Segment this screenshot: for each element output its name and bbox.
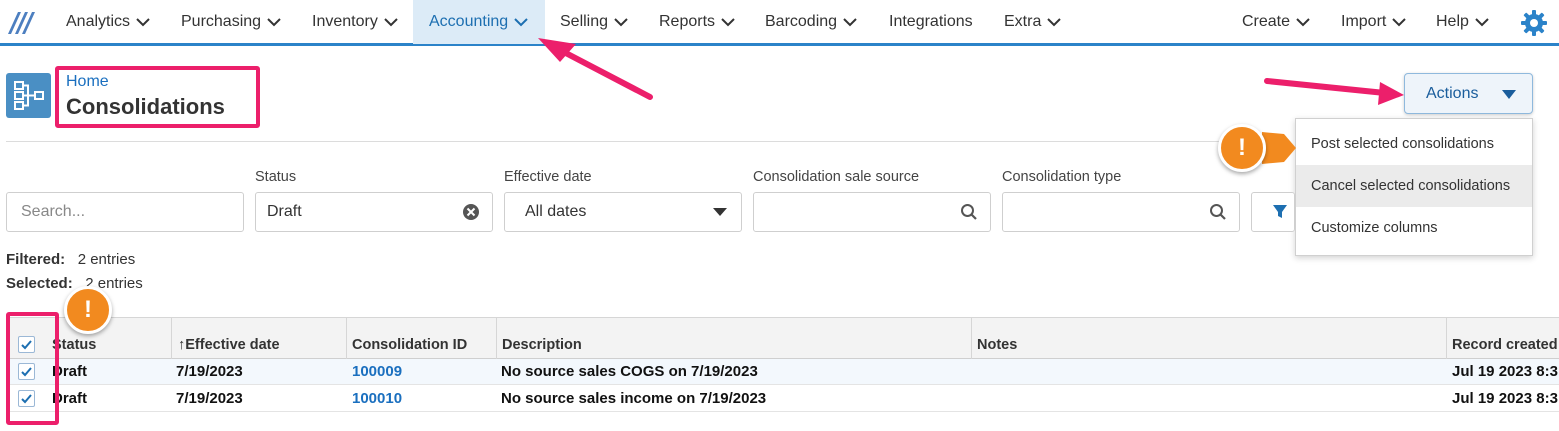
filtered-summary: Filtered: 2 entries	[6, 251, 135, 268]
top-navigation: Analytics Purchasing Inventory Accountin…	[0, 0, 1559, 46]
search-icon	[1210, 204, 1226, 220]
column-header-effective-date[interactable]: ↑Effective date	[178, 337, 280, 353]
chevron-down-icon	[843, 18, 857, 27]
row-description: No source sales income on 7/19/2023	[501, 390, 767, 407]
nav-integrations-label: Integrations	[889, 13, 973, 30]
row-description: No source sales COGS on 7/19/2023	[501, 363, 758, 380]
caret-down-icon	[1502, 90, 1516, 99]
actions-button[interactable]: Actions	[1404, 73, 1533, 114]
effective-date-value: All dates	[525, 203, 587, 220]
caret-down-icon	[713, 208, 727, 216]
warning-badge-checkboxes: !	[64, 286, 112, 334]
nav-accounting-label: Accounting	[429, 13, 509, 30]
column-header-notes[interactable]: Notes	[977, 337, 1017, 353]
menu-item-post-selected[interactable]: Post selected consolidations	[1296, 123, 1532, 165]
nav-barcoding-label: Barcoding	[765, 13, 838, 30]
nav-purchasing-label: Purchasing	[181, 13, 262, 30]
row-record-created: Jul 19 2023 8:3	[1452, 363, 1558, 380]
column-separator	[971, 317, 972, 359]
effective-date-filter-label: Effective date	[504, 169, 592, 185]
actions-button-label: Actions	[1426, 85, 1479, 102]
chevron-down-icon	[136, 18, 150, 27]
nav-accounting[interactable]: Accounting	[413, 0, 545, 44]
app-logo-icon[interactable]	[6, 8, 36, 36]
nav-selling-label: Selling	[560, 13, 609, 30]
column-header-consolidation-id[interactable]: Consolidation ID	[352, 337, 467, 353]
status-filter-label: Status	[255, 169, 297, 185]
nav-help-label: Help	[1436, 13, 1469, 30]
nav-selling[interactable]: Selling	[560, 0, 628, 44]
row-consolidation-id-link[interactable]: 100010	[352, 390, 402, 407]
chevron-down-icon	[384, 18, 398, 27]
gear-icon[interactable]	[1519, 8, 1549, 38]
callout-pointer-icon	[1262, 132, 1296, 164]
page-title: Consolidations	[66, 94, 225, 119]
filter-icon	[1273, 205, 1287, 218]
consolidations-page-icon	[6, 73, 51, 118]
column-header-effective-date-label: Effective date	[185, 337, 280, 353]
chevron-down-icon	[514, 18, 528, 27]
warning-badge-symbol: !	[84, 296, 92, 323]
arrow-to-actions-icon	[1264, 78, 1404, 105]
chevron-down-icon	[614, 18, 628, 27]
row-consolidation-id-link[interactable]: 100009	[352, 363, 402, 380]
nav-help[interactable]: Help	[1436, 0, 1489, 44]
menu-item-customize-columns[interactable]: Customize columns	[1296, 207, 1532, 249]
hierarchy-icon	[14, 81, 44, 110]
filtered-count: 2 entries	[77, 251, 136, 268]
nav-reports-label: Reports	[659, 13, 716, 30]
chevron-down-icon	[721, 18, 735, 27]
status-filter-field[interactable]: Draft	[255, 192, 493, 232]
checkbox-column-highlight	[6, 312, 59, 425]
warning-badge-menu: !	[1218, 124, 1266, 172]
warning-badge-symbol: !	[1238, 134, 1246, 161]
column-separator	[1446, 317, 1447, 359]
sale-source-input[interactable]	[753, 192, 991, 232]
arrow-to-accounting-icon	[538, 38, 653, 100]
type-input[interactable]	[1002, 192, 1240, 232]
column-separator	[171, 317, 172, 359]
chevron-down-icon	[1392, 18, 1407, 27]
row-effective-date: 7/19/2023	[176, 363, 243, 380]
selected-label: Selected:	[6, 275, 73, 292]
chevron-down-icon	[1047, 18, 1062, 27]
status-filter-value: Draft	[267, 203, 302, 220]
nav-import-label: Import	[1341, 13, 1387, 30]
search-icon	[961, 204, 977, 220]
effective-date-select[interactable]: All dates	[504, 192, 742, 232]
row-effective-date: 7/19/2023	[176, 390, 243, 407]
filtered-label: Filtered:	[6, 251, 66, 268]
row-record-created: Jul 19 2023 8:3	[1452, 390, 1558, 407]
nav-inventory[interactable]: Inventory	[312, 0, 398, 44]
column-separator	[496, 317, 497, 359]
nav-create-label: Create	[1242, 13, 1291, 30]
nav-analytics-label: Analytics	[66, 13, 131, 30]
nav-purchasing[interactable]: Purchasing	[181, 0, 281, 44]
chevron-down-icon	[267, 18, 281, 27]
chevron-down-icon	[1475, 18, 1489, 27]
nav-inventory-label: Inventory	[312, 13, 378, 30]
clear-icon[interactable]	[462, 203, 480, 221]
chevron-down-icon	[1296, 18, 1310, 27]
breadcrumb-home-link[interactable]: Home	[66, 73, 109, 91]
type-filter-label: Consolidation type	[1002, 169, 1122, 185]
search-input[interactable]: Search...	[6, 192, 244, 232]
nav-analytics[interactable]: Analytics	[66, 0, 150, 44]
column-header-record-created[interactable]: Record created	[1452, 337, 1558, 353]
nav-reports[interactable]: Reports	[659, 0, 735, 44]
nav-integrations[interactable]: Integrations	[889, 0, 973, 44]
nav-extra[interactable]: Extra	[1004, 0, 1062, 44]
nav-extra-label: Extra	[1004, 13, 1042, 30]
menu-item-cancel-selected[interactable]: Cancel selected consolidations	[1296, 165, 1532, 207]
column-separator	[346, 317, 347, 359]
header-divider	[6, 141, 1286, 142]
actions-dropdown-menu: Post selected consolidations Cancel sele…	[1295, 118, 1533, 256]
nav-create[interactable]: Create	[1242, 0, 1310, 44]
sale-source-filter-label: Consolidation sale source	[753, 169, 920, 185]
nav-import[interactable]: Import	[1341, 0, 1407, 44]
column-header-description[interactable]: Description	[502, 337, 582, 353]
filter-button[interactable]	[1251, 192, 1295, 232]
nav-barcoding[interactable]: Barcoding	[765, 0, 857, 44]
